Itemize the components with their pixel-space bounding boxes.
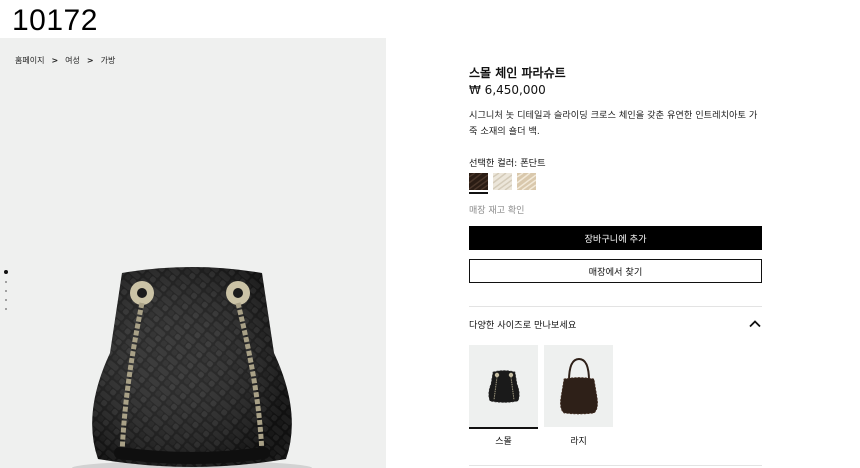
gallery-dot[interactable] <box>4 270 8 274</box>
breadcrumb-separator-icon: > <box>51 56 59 65</box>
gallery-pagination <box>4 270 8 310</box>
breadcrumb-women[interactable]: 여성 <box>65 55 80 66</box>
selected-underline <box>544 427 613 429</box>
divider <box>469 465 762 466</box>
swatch-texture-icon <box>493 173 512 190</box>
color-swatch-sand[interactable] <box>517 173 536 193</box>
sizes-accordion-header[interactable]: 다양한 사이즈로 만나보세요 <box>469 317 762 331</box>
color-swatch-chalk[interactable] <box>493 173 512 193</box>
selected-underline <box>469 427 538 429</box>
size-label: 스몰 <box>495 436 512 447</box>
divider <box>469 306 762 307</box>
breadcrumb-bags[interactable]: 가방 <box>101 55 116 66</box>
small-bag-image <box>487 370 520 403</box>
size-option-small[interactable]: 스몰 <box>469 345 538 447</box>
size-option-large[interactable]: 라지 <box>544 345 613 447</box>
swatch-texture-icon <box>469 173 488 190</box>
gallery-dot[interactable] <box>5 308 7 310</box>
find-in-store-button[interactable]: 매장에서 찾기 <box>469 259 762 283</box>
size-label: 라지 <box>570 436 587 447</box>
selected-color-label: 선택한 컬러: 폰단트 <box>469 158 546 169</box>
chevron-up-icon[interactable] <box>748 318 762 330</box>
product-price: ₩ 6,450,000 <box>469 83 546 97</box>
sizes-heading: 다양한 사이즈로 만나보세요 <box>469 320 577 331</box>
add-to-cart-button[interactable]: 장바구니에 추가 <box>469 226 762 250</box>
product-gallery[interactable]: 홈페이지 > 여성 > 가방 <box>0 38 386 468</box>
breadcrumb-separator-icon: > <box>86 56 94 65</box>
gallery-dot[interactable] <box>5 281 7 283</box>
product-description: 시그니처 놋 디테일과 슬라이딩 크로스 체인을 갖춘 유연한 인트레치아토 가… <box>469 110 758 137</box>
product-image <box>72 267 312 468</box>
page-id: 10172 <box>12 4 98 37</box>
large-bag-image <box>559 357 598 415</box>
color-swatches <box>469 173 536 194</box>
breadcrumb-home[interactable]: 홈페이지 <box>15 55 44 66</box>
product-title: 스몰 체인 파라슈트 <box>469 66 566 80</box>
store-stock-check-link[interactable]: 매장 재고 확인 <box>469 203 524 216</box>
gallery-dot[interactable] <box>5 299 7 301</box>
gallery-dot[interactable] <box>5 290 7 292</box>
breadcrumb: 홈페이지 > 여성 > 가방 <box>15 55 115 66</box>
swatch-texture-icon <box>517 173 536 190</box>
size-thumbnail <box>469 345 538 427</box>
size-thumbnail <box>544 345 613 427</box>
color-swatch-fondant[interactable] <box>469 173 488 194</box>
